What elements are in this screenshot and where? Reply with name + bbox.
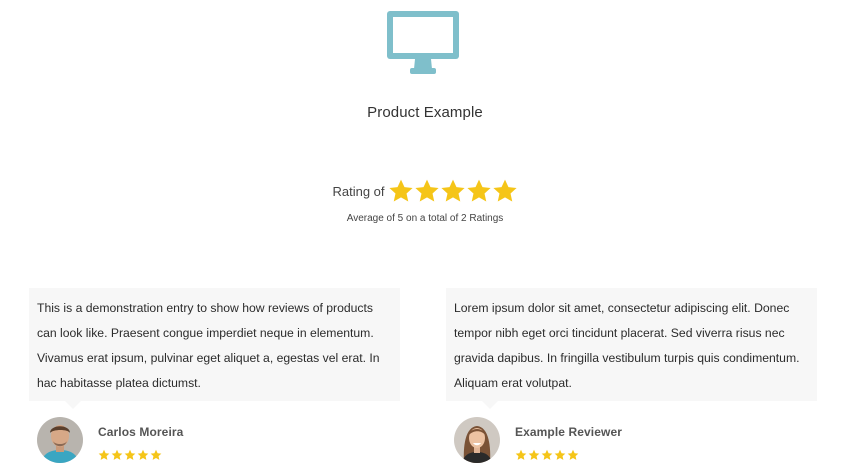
star-icon <box>111 449 123 460</box>
star-icon <box>98 449 110 460</box>
monitor-icon <box>387 11 459 74</box>
review-text: This is a demonstration entry to show ho… <box>37 301 380 390</box>
star-icon <box>492 179 517 202</box>
rating-average-text: Average of 5 on a total of 2 Ratings <box>346 213 504 224</box>
star-icon <box>388 179 413 202</box>
star-icon <box>541 449 553 460</box>
avatar <box>454 417 500 463</box>
avatar <box>37 417 83 463</box>
review-text: Lorem ipsum dolor sit amet, consectetur … <box>454 301 800 390</box>
reviewer: Carlos Moreira <box>37 417 183 463</box>
review-stars <box>515 449 622 461</box>
star-icon <box>414 179 439 202</box>
rating-label: Rating of <box>332 183 385 199</box>
rating-stars <box>388 178 518 204</box>
star-icon <box>515 449 527 460</box>
star-icon <box>150 449 162 460</box>
rating-summary: Rating of <box>0 178 850 204</box>
review-card: Lorem ipsum dolor sit amet, consectetur … <box>446 288 817 409</box>
star-icon <box>528 449 540 460</box>
product-title: Product Example <box>367 104 483 121</box>
star-icon <box>124 449 136 460</box>
reviewer: Example Reviewer <box>454 417 622 463</box>
reviewer-name: Carlos Moreira <box>98 425 184 439</box>
star-icon <box>567 449 579 460</box>
star-icon <box>554 449 566 460</box>
star-icon <box>440 179 465 202</box>
star-icon <box>137 449 149 460</box>
star-icon <box>466 179 491 202</box>
review-stars <box>98 449 183 461</box>
reviewer-name: Example Reviewer <box>515 425 622 439</box>
review-card: This is a demonstration entry to show ho… <box>29 288 400 409</box>
